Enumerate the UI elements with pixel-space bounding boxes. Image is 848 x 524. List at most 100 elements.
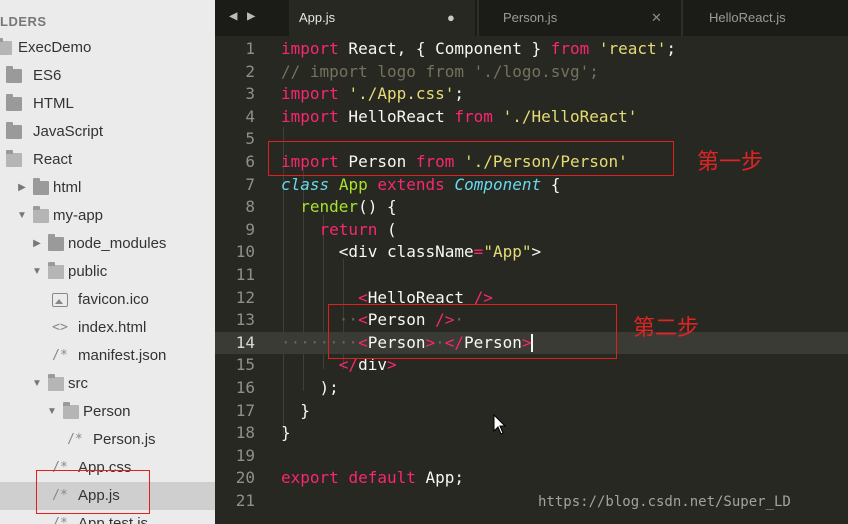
chevron-right-icon[interactable]: ▶ <box>17 174 27 202</box>
tab-separator <box>681 0 683 36</box>
step2-highlight-box <box>328 304 617 359</box>
code-line[interactable]: 1 import React, { Component } from 'react… <box>215 38 848 60</box>
code-line[interactable]: 20 export default App; <box>215 467 848 489</box>
line-number: 15 <box>235 355 255 375</box>
code-token: ; <box>666 39 676 58</box>
tab-app-js[interactable]: App.js ● <box>289 0 475 36</box>
folder-open-icon <box>0 38 12 55</box>
line-number: 13 <box>235 310 255 330</box>
tree-item[interactable]: favicon.ico <box>0 286 215 314</box>
line-number: 19 <box>235 445 255 465</box>
tree-item[interactable]: ▼ src <box>0 370 215 398</box>
tree-item-label: public <box>68 263 108 280</box>
code-token: default <box>348 468 416 488</box>
tree-item[interactable]: ▼ExecDemo <box>0 34 215 62</box>
tree-item-label: node_modules <box>68 235 167 252</box>
tree-item[interactable]: ▼ my-app <box>0 202 215 230</box>
line-number: 11 <box>235 265 255 284</box>
tree-item-label: html <box>53 179 82 196</box>
tab-bar: ◀ ▶ App.js ● Person.js ✕ HelloReact.js <box>215 0 848 36</box>
tree-item-label: favicon.ico <box>78 291 149 308</box>
code-text: return ( <box>281 219 397 241</box>
nav-forward-icon[interactable]: ▶ <box>247 8 255 24</box>
code-text: import HelloReact from './HelloReact' <box>281 106 637 128</box>
tree-item[interactable]: HTML <box>0 90 215 118</box>
code-text: // import logo from './logo.svg'; <box>281 61 599 83</box>
code-line[interactable]: 16 ); <box>215 377 848 399</box>
code-editor[interactable]: 1 import React, { Component } from 'react… <box>215 36 848 524</box>
tree-item[interactable]: /* manifest.json <box>0 342 215 370</box>
script-file-icon: /* <box>52 348 68 363</box>
script-file-icon: /* <box>52 516 68 524</box>
code-token: './App.css' <box>348 84 455 104</box>
tree-item[interactable]: ▼ Person <box>0 398 215 426</box>
chevron-right-icon[interactable]: ▶ <box>32 230 42 258</box>
line-number: 17 <box>235 400 255 420</box>
tree-item[interactable]: ▼ public <box>0 258 215 286</box>
unsaved-dot-icon[interactable]: ● <box>447 0 455 36</box>
tab-label: HelloReact.js <box>709 10 786 25</box>
code-line[interactable]: 10 <div className="App"> <box>215 241 848 263</box>
close-icon[interactable]: ✕ <box>651 0 662 36</box>
code-line[interactable]: 18} <box>215 422 848 444</box>
code-token: } <box>281 423 291 443</box>
code-line[interactable]: 19 <box>215 445 848 467</box>
code-token: () { <box>358 197 397 217</box>
tree-item[interactable]: ▶ node_modules <box>0 230 215 258</box>
code-token: import <box>281 106 339 126</box>
tree-item[interactable]: JavaScript <box>0 118 215 146</box>
code-token: HelloReact <box>338 106 455 126</box>
code-line[interactable]: 9 return ( <box>215 219 848 241</box>
folders-header: LDERS <box>0 14 47 29</box>
tree-item[interactable]: ES6 <box>0 62 215 90</box>
line-number: 12 <box>235 287 255 307</box>
tree-item-label: manifest.json <box>78 347 167 364</box>
code-text: ); <box>281 377 339 399</box>
code-token: ; <box>454 84 465 104</box>
code-line[interactable]: 2 // import logo from './logo.svg'; <box>215 61 848 83</box>
tree-item[interactable]: /* Person.js <box>0 426 215 454</box>
tree-item-label: my-app <box>53 207 104 224</box>
line-number: 10 <box>235 242 255 262</box>
code-token: > <box>531 242 542 262</box>
code-token: <div <box>281 242 387 262</box>
tree-item-label: src <box>68 375 88 392</box>
tree-item[interactable]: <> index.html <box>0 314 215 342</box>
chevron-down-icon[interactable]: ▼ <box>32 370 42 398</box>
line-number: 8 <box>245 197 255 217</box>
tree-item[interactable]: ▶ html <box>0 174 215 202</box>
tab-label: Person.js <box>503 10 558 25</box>
line-number: 20 <box>235 468 255 488</box>
line-number: 5 <box>245 129 255 149</box>
tree-item[interactable]: React <box>0 146 215 174</box>
line-number: 2 <box>245 61 255 81</box>
code-line[interactable]: 8 render() { <box>215 196 848 218</box>
chevron-down-icon[interactable]: ▼ <box>17 202 27 230</box>
code-line[interactable]: 3 import './App.css'; <box>215 83 848 105</box>
step2-annotation: 第二步 <box>633 316 700 341</box>
code-token: extends <box>377 174 445 194</box>
folder-open-icon <box>48 374 64 391</box>
tab-person-js[interactable]: Person.js ✕ <box>493 0 675 36</box>
tree-item-label: JavaScript <box>33 123 104 140</box>
nav-back-icon[interactable]: ◀ <box>229 8 237 24</box>
code-line[interactable]: 11 <box>215 264 848 286</box>
mouse-pointer-icon <box>493 414 507 435</box>
folder-open-icon <box>6 150 22 167</box>
code-line[interactable]: 4 import HelloReact from './HelloReact' <box>215 106 848 128</box>
code-token: import <box>281 84 339 104</box>
chevron-down-icon[interactable]: ▼ <box>32 258 42 286</box>
tab-helloreact-js[interactable]: HelloReact.js <box>699 0 848 36</box>
code-token: from <box>550 39 590 58</box>
code-token: ); <box>281 378 339 397</box>
app-js-highlight-box <box>36 470 150 514</box>
code-line[interactable]: 17 } <box>215 400 848 422</box>
code-line[interactable]: 7 class App extends Component { <box>215 174 848 196</box>
tree-item-label: HTML <box>33 95 74 112</box>
chevron-down-icon[interactable]: ▼ <box>47 398 57 426</box>
line-number: 18 <box>235 423 255 443</box>
